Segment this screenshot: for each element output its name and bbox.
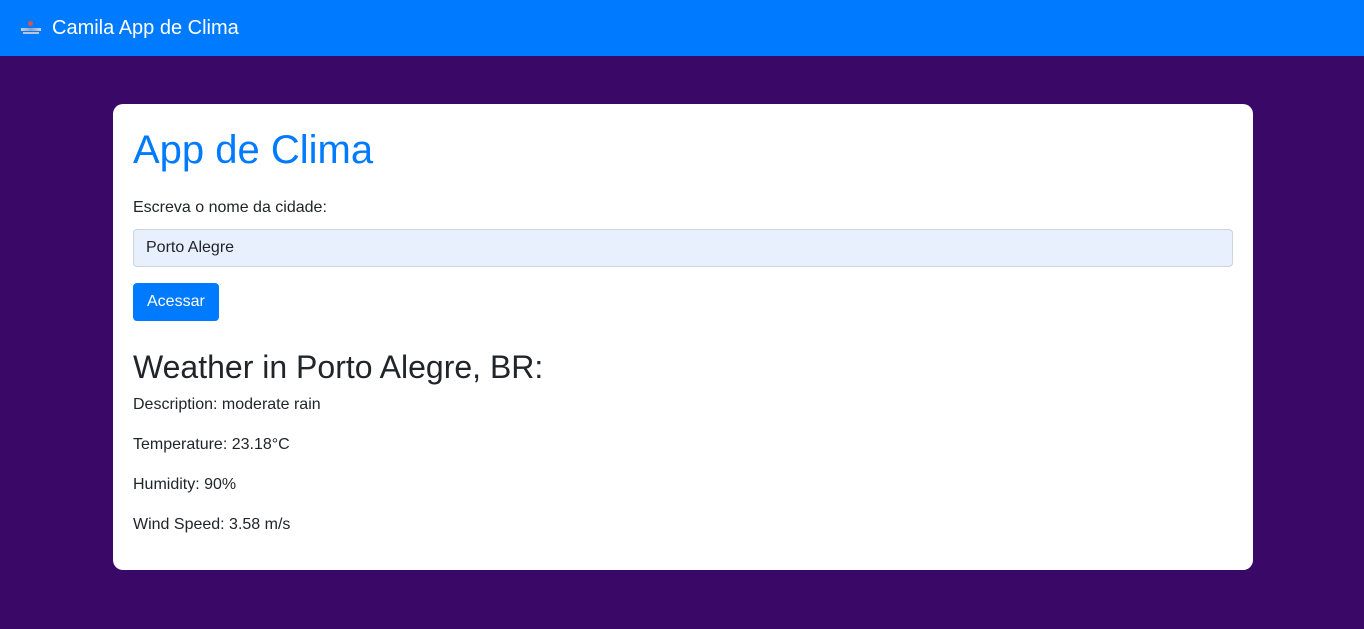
city-input[interactable] <box>133 229 1233 267</box>
navbar: Camila App de Clima <box>0 0 1364 56</box>
weather-wind-speed: Wind Speed: 3.58 m/s <box>133 516 291 533</box>
submit-button[interactable]: Acessar <box>133 283 219 321</box>
app-logo-icon[interactable] <box>20 21 42 35</box>
navbar-brand[interactable]: Camila App de Clima <box>52 18 239 38</box>
weather-heading: Weather in Porto Alegre, BR: <box>133 349 544 385</box>
city-label: Escreva o nome da cidade: <box>133 199 327 216</box>
weather-description: Description: moderate rain <box>133 396 321 413</box>
weather-temperature: Temperature: 23.18°C <box>133 436 290 453</box>
weather-card: App de Clima Escreva o nome da cidade: A… <box>113 104 1253 570</box>
weather-humidity: Humidity: 90% <box>133 476 237 493</box>
weather-details: Description: moderate rain Temperature: … <box>133 393 1233 537</box>
page-title: App de Clima <box>133 128 374 172</box>
